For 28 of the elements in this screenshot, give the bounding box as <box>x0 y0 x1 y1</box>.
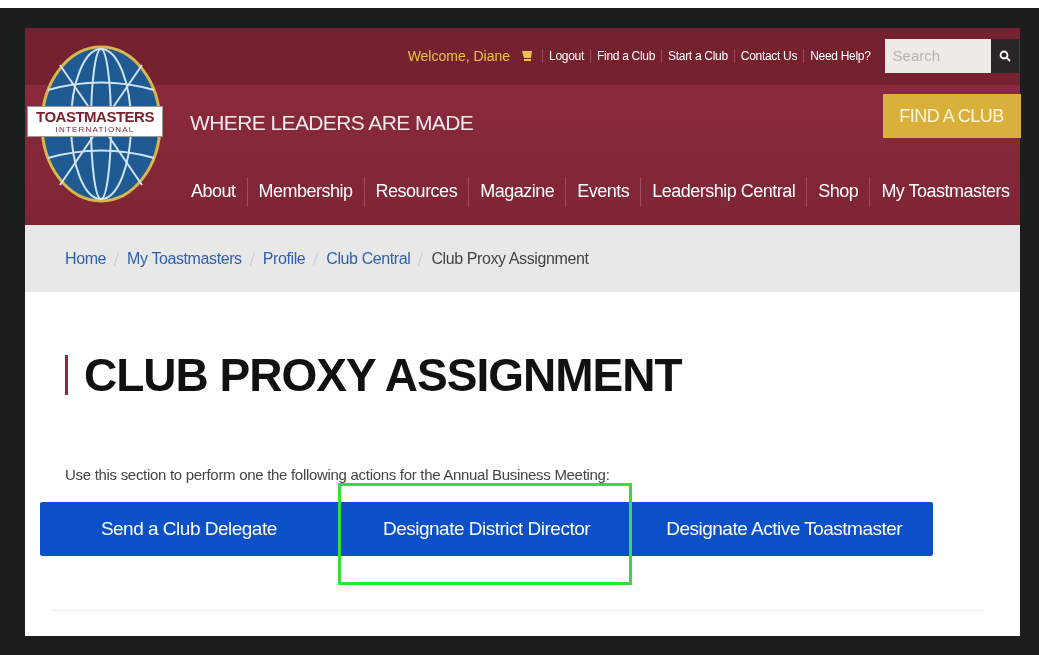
tagline: WHERE LEADERS ARE MADE <box>190 111 474 136</box>
header-link[interactable]: Start a Club <box>661 48 734 63</box>
breadcrumb-link[interactable]: My Toastmasters <box>127 249 242 268</box>
welcome-text: Welcome, Diane <box>407 47 511 64</box>
nav-item[interactable]: My Toastmasters <box>870 181 1021 203</box>
logo-subtitle: INTERNATIONAL <box>55 125 135 134</box>
search-icon <box>998 49 1011 62</box>
search-button[interactable] <box>990 38 1019 73</box>
nav-item[interactable]: Leadership Central <box>641 181 807 203</box>
header-link[interactable]: Contact Us <box>733 48 804 63</box>
breadcrumb-link[interactable]: Profile <box>262 249 306 268</box>
header-link[interactable]: Logout <box>542 48 590 63</box>
search-field[interactable]: Search <box>884 38 991 73</box>
breadcrumb-link[interactable]: Home <box>65 249 107 268</box>
page-title: CLUB PROXY ASSIGNMENT <box>84 348 682 402</box>
nav-item[interactable]: Shop <box>807 181 870 203</box>
nav-item[interactable]: Membership <box>247 181 364 203</box>
instructions-text: Use this section to perform one the following actions for the Annual Business Meeting: <box>65 465 611 485</box>
nav-item[interactable]: Resources <box>364 181 469 203</box>
breadcrumb-link[interactable]: Club Central <box>326 249 411 268</box>
header-link[interactable]: Find a Club <box>590 48 662 63</box>
logo-wordmark: TOASTMASTERS <box>36 109 154 125</box>
nav-item[interactable]: Events <box>566 181 641 203</box>
cart-icon[interactable] <box>522 49 535 62</box>
current-page-label: Club Proxy Assignment <box>431 249 589 268</box>
nav-item[interactable]: Magazine <box>469 181 566 203</box>
header-link[interactable]: Need Help? <box>803 48 877 63</box>
nav-item[interactable]: About <box>180 181 247 203</box>
